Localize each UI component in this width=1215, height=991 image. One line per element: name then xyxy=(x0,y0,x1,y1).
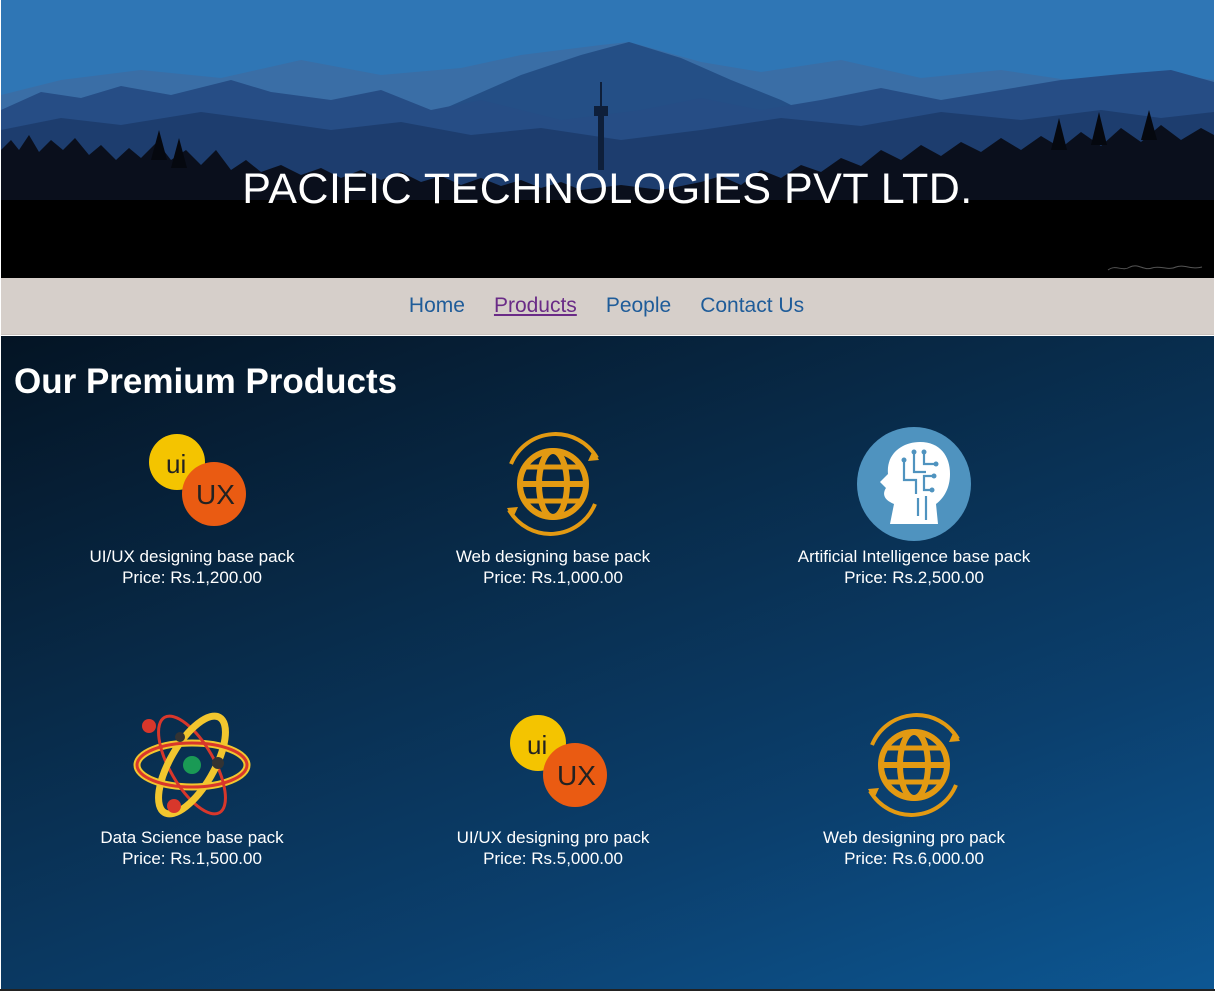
hero-banner: PACIFIC TECHNOLOGIES PVT LTD. xyxy=(1,0,1214,278)
product-card[interactable]: ui UX UI/UX designing base pack Price: R… xyxy=(27,424,357,588)
product-name: UI/UX designing base pack xyxy=(89,547,295,566)
product-card[interactable]: Data Science base pack Price: Rs.1,500.0… xyxy=(27,705,357,869)
product-name: Data Science base pack xyxy=(100,828,284,847)
nav-link-home[interactable]: Home xyxy=(409,294,465,318)
svg-text:ui: ui xyxy=(166,449,186,479)
ai-head-icon xyxy=(854,424,974,544)
nav-link-contact-us[interactable]: Contact Us xyxy=(700,294,804,318)
page: PACIFIC TECHNOLOGIES PVT LTD. Home Produ… xyxy=(1,0,1214,989)
product-name: Web designing pro pack xyxy=(822,828,1006,847)
mountain-landscape-image xyxy=(1,0,1214,278)
site-title: PACIFIC TECHNOLOGIES PVT LTD. xyxy=(242,165,973,213)
product-price: Price: Rs.2,500.00 xyxy=(844,568,984,587)
main-navigation: Home Products People Contact Us xyxy=(1,278,1214,335)
globe-icon xyxy=(854,705,974,825)
ui-ux-icon: ui UX xyxy=(493,705,613,825)
products-section: Our Premium Products ui UX UI/UX designi… xyxy=(1,336,1214,989)
nav-link-products[interactable]: Products xyxy=(494,294,577,318)
product-card[interactable]: Artificial Intelligence base pack Price:… xyxy=(749,424,1079,588)
product-card[interactable]: ui UX UI/UX designing pro pack Price: Rs… xyxy=(388,705,718,869)
atom-icon xyxy=(132,705,252,825)
product-name: UI/UX designing pro pack xyxy=(456,828,650,847)
product-price: Price: Rs.1,000.00 xyxy=(483,568,623,587)
product-name: Artificial Intelligence base pack xyxy=(797,547,1031,566)
section-title: Our Premium Products xyxy=(14,362,398,401)
product-price: Price: Rs.6,000.00 xyxy=(844,849,984,868)
svg-text:UX: UX xyxy=(196,479,235,510)
photographer-signature xyxy=(1107,265,1203,271)
ui-ux-icon: ui UX xyxy=(132,424,252,544)
product-price: Price: Rs.1,200.00 xyxy=(122,568,262,587)
product-price: Price: Rs.1,500.00 xyxy=(122,849,262,868)
nav-link-people[interactable]: People xyxy=(606,294,671,318)
product-card[interactable]: Web designing base pack Price: Rs.1,000.… xyxy=(388,424,718,588)
globe-icon xyxy=(493,424,613,544)
svg-text:ui: ui xyxy=(527,730,547,760)
product-name: Web designing base pack xyxy=(455,547,651,566)
product-price: Price: Rs.5,000.00 xyxy=(483,849,623,868)
svg-text:UX: UX xyxy=(557,760,596,791)
product-card[interactable]: Web designing pro pack Price: Rs.6,000.0… xyxy=(749,705,1079,869)
